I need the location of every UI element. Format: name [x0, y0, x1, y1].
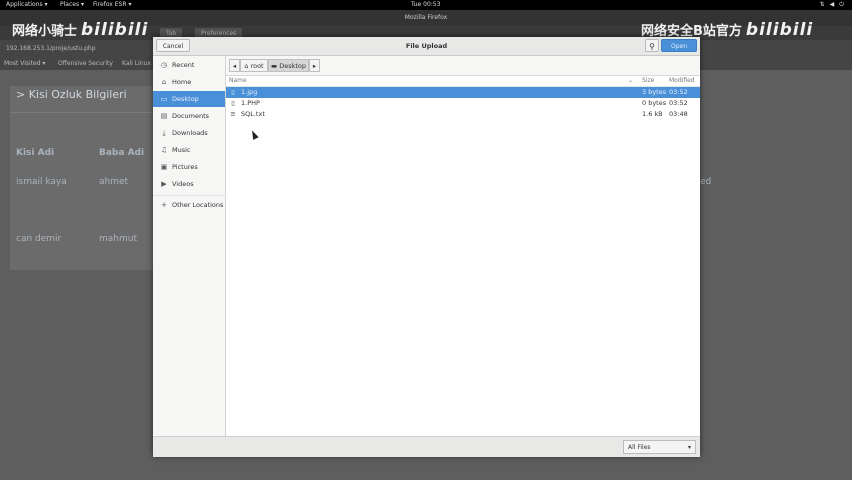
power-icon: ⏻ [839, 1, 844, 8]
bilibili-logo: bilibili [81, 20, 149, 40]
bilibili-logo: bilibili [745, 20, 814, 40]
table-cell: can demir [16, 234, 62, 244]
file-name: SQL.txt [241, 110, 265, 118]
sidebar-item-label: Pictures [172, 163, 198, 171]
videos-icon: ▶ [161, 180, 167, 188]
text-file-icon: ≡ [230, 110, 236, 118]
sidebar-item-home[interactable]: ⌂ Home [153, 74, 225, 90]
dialog-footer: All Files ▾ [153, 436, 700, 457]
path-forward-button[interactable]: ▸ [309, 59, 320, 72]
watermark-text: 网络小骑士 [12, 24, 78, 39]
file-modified: 03:52 [669, 99, 688, 107]
places-sidebar: ◷ Recent ⌂ Home ▭ Desktop ▤ Documents ⤓ Downl… [153, 56, 226, 436]
sidebar-item-music[interactable]: ♫ Music [153, 142, 225, 158]
open-button[interactable]: Open [661, 39, 697, 52]
window-title: Mozilla Firefox [404, 14, 448, 21]
cancel-button[interactable]: Cancel [156, 39, 190, 52]
sort-arrow-icon: ⌄ [628, 77, 634, 84]
search-icon: ⚲ [649, 42, 655, 51]
file-upload-dialog: Cancel File Upload ⚲ Open ◷ Recent ⌂ Home … [153, 37, 700, 457]
sidebar-item-videos[interactable]: ▶ Videos [153, 176, 225, 192]
page-heading: > Kisi Ozluk Bilgileri [16, 88, 127, 101]
path-label: root [250, 62, 264, 70]
network-icon: ⇅ [819, 1, 825, 8]
sidebar-item-label: Music [172, 146, 191, 154]
column-headers: Name ⌄ Size Modified [226, 75, 700, 87]
music-icon: ♫ [160, 146, 168, 154]
filter-label: All Files [628, 444, 651, 451]
file-size: 0 bytes [642, 99, 667, 107]
file-size: 1.6 kB [642, 110, 663, 118]
sidebar-item-label: Videos [172, 180, 194, 188]
file-icon: ▯ [231, 88, 235, 96]
column-header-name[interactable]: Name [229, 75, 247, 86]
sidebar-item-downloads[interactable]: ⤓ Downloads [153, 125, 225, 141]
sidebar-item-label: Documents [172, 112, 210, 120]
pictures-icon: ▣ [160, 163, 168, 171]
sidebar-item-other-locations[interactable]: + Other Locations [153, 197, 225, 213]
places-menu[interactable]: Places ▾ [60, 0, 84, 10]
bookmark-offensive-security[interactable]: Offensive Security [58, 58, 113, 70]
file-browser: ◂ ⌂ root ▬ Desktop ▸ Name ⌄ Size Modifie… [226, 56, 700, 436]
clock-icon: ◷ [160, 61, 168, 69]
clock[interactable]: Tue 00:53 [411, 0, 440, 10]
sidebar-item-label: Downloads [172, 129, 208, 137]
file-name: 1.PHP [241, 99, 260, 107]
table-cell: ahmet [99, 177, 129, 187]
system-tray[interactable]: ⇅ ◀ ⏻ [820, 0, 844, 10]
chevron-left-icon: ◂ [232, 62, 237, 70]
gnome-top-bar: Applications ▾ Places ▾ Firefox ESR ▾ Tu… [0, 0, 852, 10]
bookmark-most-visited[interactable]: Most Visited ▾ [4, 58, 45, 70]
sidebar-item-label: Desktop [172, 95, 199, 103]
file-row[interactable]: ≡ SQL.txt 1.6 kB 03:48 [226, 109, 700, 120]
file-name: 1.jpg [241, 88, 258, 96]
sidebar-separator [153, 195, 225, 196]
sidebar-item-recent[interactable]: ◷ Recent [153, 57, 225, 73]
path-root-button[interactable]: ⌂ root [240, 59, 268, 72]
table-cell: ed [700, 177, 712, 187]
search-button[interactable]: ⚲ [645, 39, 659, 52]
url-bar[interactable]: 192.168.253.1/proje/ustu.php [6, 43, 96, 55]
dropdown-arrow-icon: ▾ [687, 444, 691, 451]
column-header-father: Baba Adi [99, 148, 145, 158]
column-header-name: Kisi Adi [16, 148, 55, 158]
sidebar-item-label: Home [172, 78, 192, 86]
watermark-left: 网络小骑士 bilibili [12, 20, 148, 40]
dialog-header: Cancel File Upload ⚲ Open [153, 37, 700, 56]
home-icon: ⌂ [161, 78, 167, 86]
table-cell: mahmut [99, 234, 137, 244]
desktop-icon: ▭ [160, 95, 168, 103]
file-modified: 03:52 [669, 88, 688, 96]
chevron-right-icon: ▸ [312, 62, 317, 70]
dialog-title: File Upload [405, 42, 448, 50]
app-menu[interactable]: Firefox ESR ▾ [93, 0, 131, 10]
home-icon: ⌂ [244, 62, 249, 70]
sidebar-item-desktop[interactable]: ▭ Desktop [153, 91, 225, 107]
path-desktop-button[interactable]: ▬ Desktop [268, 59, 309, 72]
sidebar-item-label: Recent [172, 61, 195, 69]
file-modified: 03:48 [669, 110, 688, 118]
file-type-filter[interactable]: All Files ▾ [623, 440, 696, 454]
path-bar: ◂ ⌂ root ▬ Desktop ▸ [226, 56, 700, 76]
sidebar-item-documents[interactable]: ▤ Documents [153, 108, 225, 124]
column-header-size[interactable]: Size [642, 75, 654, 86]
plus-icon: + [161, 201, 167, 209]
path-back-button[interactable]: ◂ [229, 59, 240, 72]
documents-icon: ▤ [160, 112, 168, 120]
downloads-icon: ⤓ [162, 129, 166, 137]
file-size: 3 bytes [642, 88, 667, 96]
path-label: Desktop [279, 62, 307, 70]
sidebar-item-pictures[interactable]: ▣ Pictures [153, 159, 225, 175]
file-row[interactable]: ▯ 1.jpg 3 bytes 03:52 [226, 87, 700, 98]
table-cell: ismail kaya [16, 177, 67, 187]
file-row[interactable]: ▯ 1.PHP 0 bytes 03:52 [226, 98, 700, 109]
bookmark-kali-linux[interactable]: Kali Linux [122, 58, 151, 70]
sidebar-item-label: Other Locations [172, 201, 224, 209]
volume-icon: ◀ [829, 1, 835, 8]
column-header-modified[interactable]: Modified [669, 75, 695, 86]
applications-menu[interactable]: Applications ▾ [6, 0, 48, 10]
folder-icon: ▬ [270, 62, 278, 70]
file-icon: ▯ [231, 99, 235, 107]
